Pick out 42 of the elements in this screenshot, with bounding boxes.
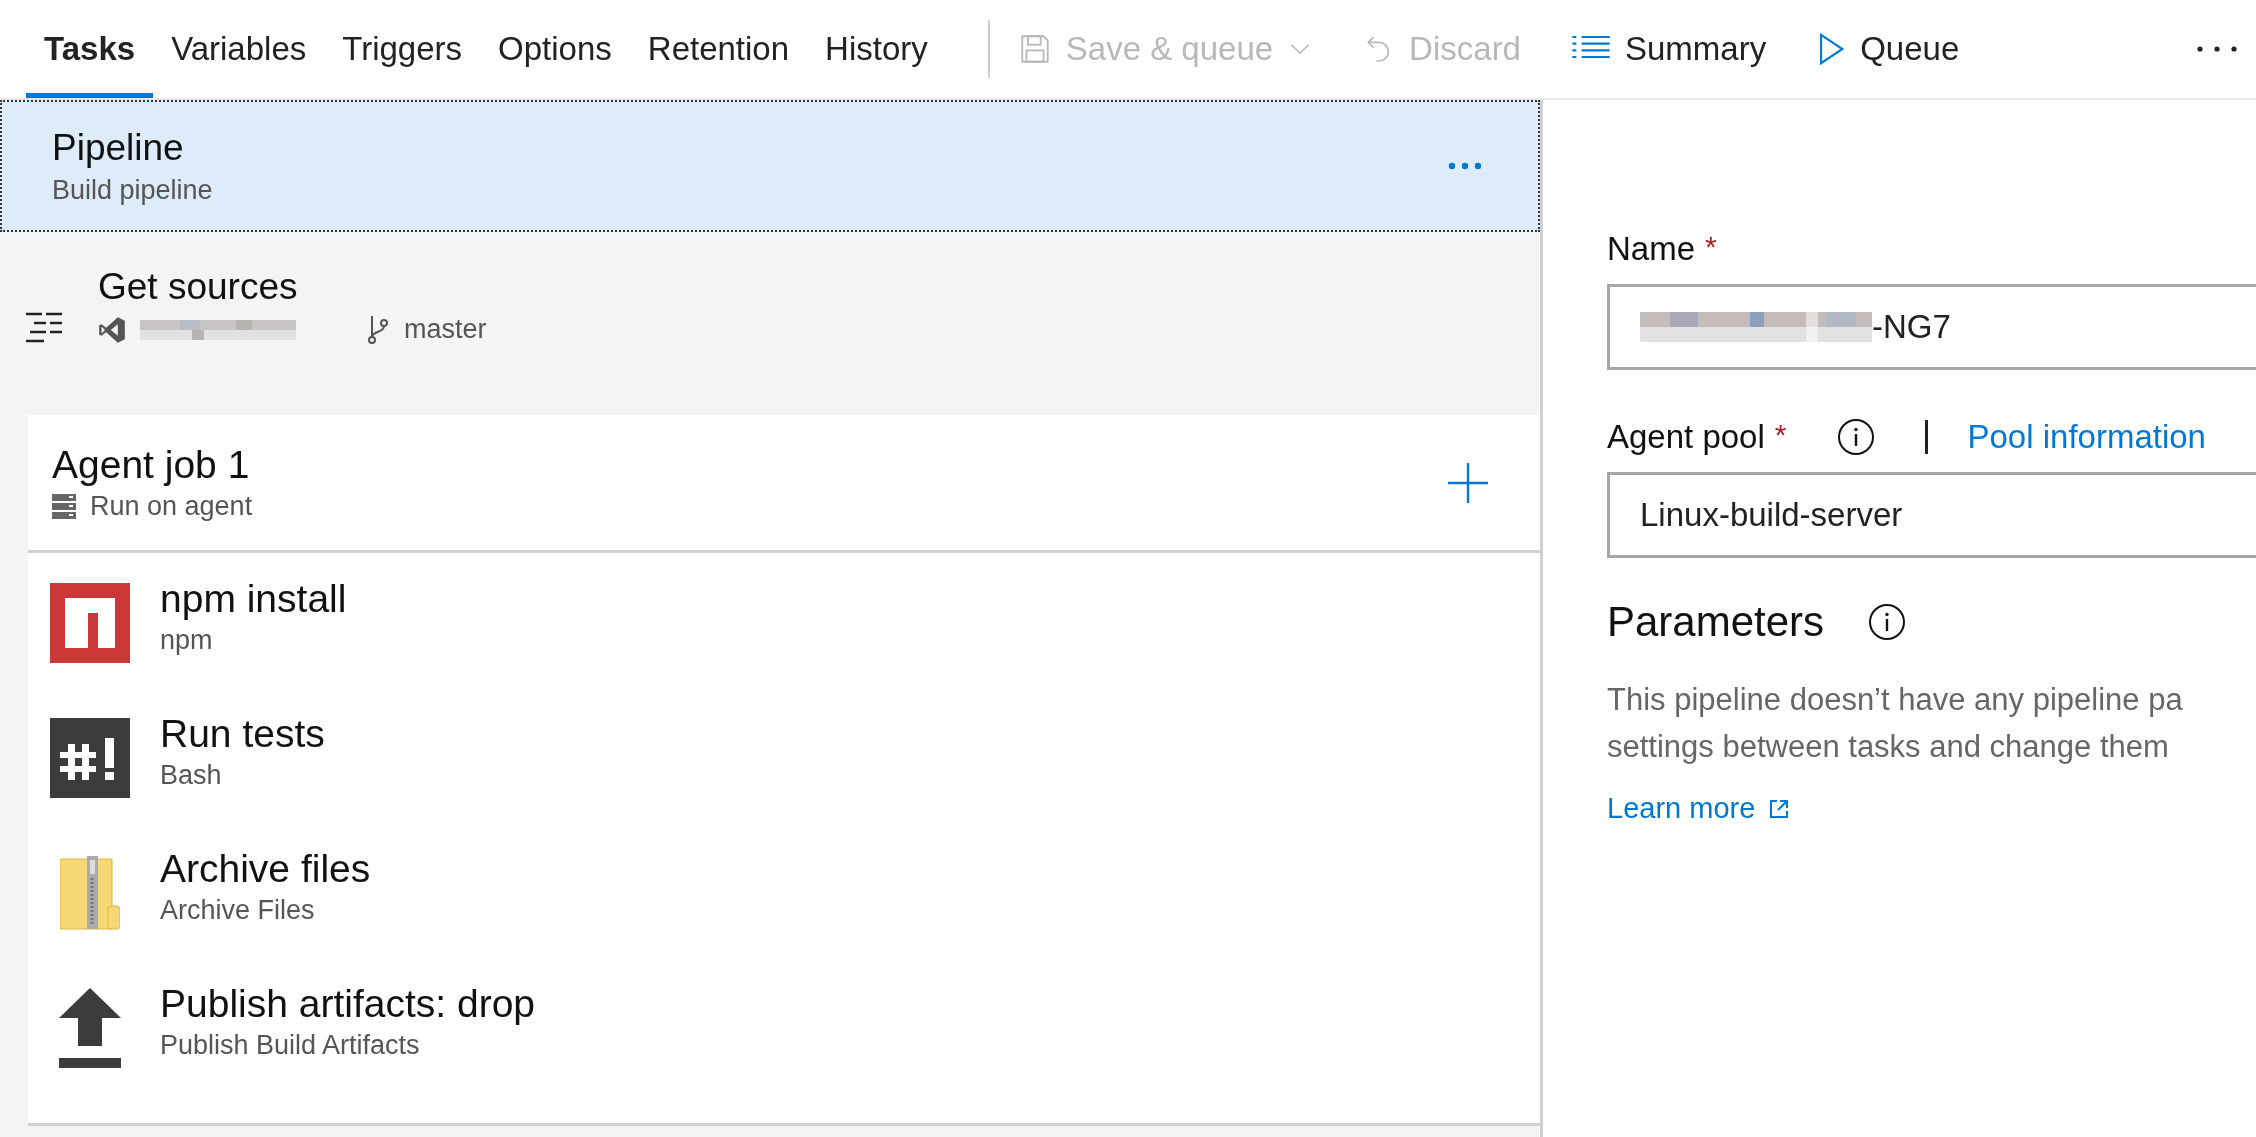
queue-button[interactable]: Queue [1812, 24, 1964, 74]
summary-button[interactable]: Summary [1566, 24, 1771, 74]
upload-icon [59, 988, 121, 1068]
tab[interactable]: Retention [629, 0, 808, 98]
tab[interactable]: Variables [153, 0, 325, 98]
more-icon [2196, 45, 2238, 53]
agent-job-card[interactable]: Agent job 1 Run on agent npm install npm Run tests Bash Archive files Archive Files Publish artifacts: drop Publish Build Artifacts [28, 415, 1540, 1126]
info-icon[interactable] [1868, 603, 1907, 641]
bash-icon [50, 718, 130, 798]
name-label: Name [1607, 230, 1696, 268]
name-field[interactable]: -NG7 [1607, 284, 2256, 370]
add-icon[interactable] [1446, 460, 1490, 505]
sources-icon [26, 312, 62, 344]
task-subtitle: Archive Files [160, 895, 316, 926]
learn-more-link[interactable]: Learn more [1607, 792, 1790, 825]
task-subtitle: npm [160, 625, 214, 656]
tab[interactable]: Triggers [324, 0, 481, 98]
pool-information-link[interactable]: Pool information [1967, 418, 2206, 456]
required-mark: * [1705, 230, 1717, 264]
branch-name: master [404, 314, 487, 345]
server-icon [52, 493, 76, 520]
pipeline-subtitle: Build pipeline [52, 174, 213, 206]
branch-icon [366, 314, 390, 345]
more-icon[interactable] [1448, 162, 1482, 170]
task-subtitle: Bash [160, 760, 223, 791]
tab[interactable]: History [807, 0, 946, 98]
required-mark: * [1774, 418, 1787, 452]
agent-pool-label: Agent pool [1607, 418, 1765, 456]
parameters-description: This pipeline doesn’t have any pipeline pa settings between tasks and change them [1607, 681, 2184, 766]
agent-job-title: Agent job 1 [52, 443, 251, 487]
zip-folder-icon [60, 856, 120, 930]
parameters-heading: Parameters [1607, 598, 1825, 646]
external-link-icon [1769, 798, 1790, 819]
agent-pool-field[interactable]: Linux-build-server [1607, 472, 2256, 558]
info-icon[interactable] [1836, 418, 1875, 456]
pipeline-header[interactable]: Pipeline Build pipeline [0, 100, 1540, 232]
agent-job-subtitle: Run on agent [90, 491, 253, 522]
tab[interactable]: Options [480, 0, 630, 98]
npm-icon [50, 583, 130, 663]
task-subtitle: Publish Build Artifacts [160, 1030, 421, 1061]
get-sources-title[interactable]: Get sources [98, 266, 487, 308]
pipeline-title: Pipeline [52, 126, 185, 169]
